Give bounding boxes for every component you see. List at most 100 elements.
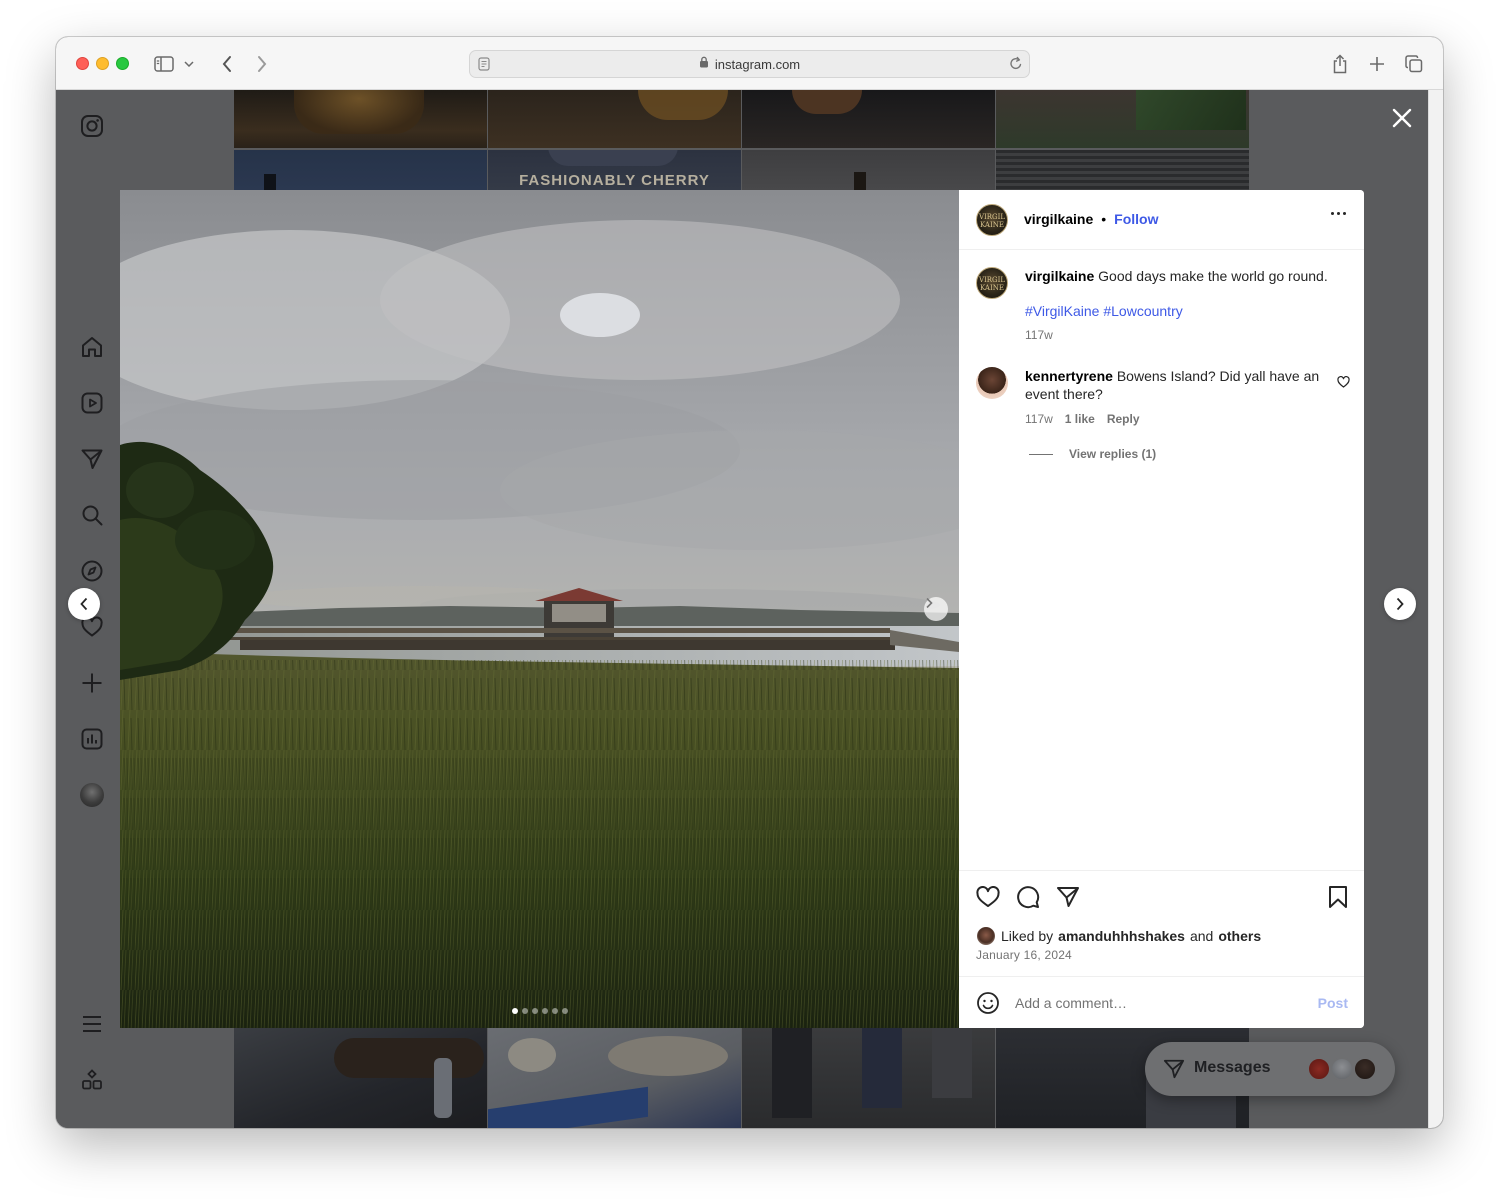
carousel-dot — [552, 1008, 558, 1014]
emoji-icon[interactable] — [976, 991, 1000, 1020]
url-text[interactable]: instagram.com — [715, 57, 800, 72]
forward-icon[interactable] — [251, 53, 273, 75]
carousel-dot — [562, 1008, 568, 1014]
comment-meta: 117w 1 like Reply — [1025, 412, 1140, 426]
caption-text: Good days make the world go round. — [1098, 268, 1328, 284]
minimize-window-button[interactable] — [96, 57, 109, 70]
comment-reply-button[interactable]: Reply — [1107, 412, 1140, 426]
zoom-window-button[interactable] — [116, 57, 129, 70]
comment-composer: Add a comment… Post — [959, 976, 1364, 1028]
liked-by-prefix: Liked by — [1001, 928, 1054, 944]
header-separator: • — [1101, 211, 1107, 227]
comment-input[interactable]: Add a comment… — [1015, 995, 1127, 1011]
avatar-logo-text: VIRGIL KAINE — [978, 276, 1006, 292]
author-avatar[interactable]: VIRGIL KAINE — [976, 204, 1008, 236]
liked-by: Liked by amanduhhhshakes and others — [976, 926, 1261, 946]
direct-icon[interactable] — [78, 445, 106, 473]
post-modal: VIRGIL KAINE virgilkaine • Follow VIRGIL… — [120, 190, 1364, 1028]
grid-post[interactable] — [234, 90, 487, 148]
comment-like-icon[interactable] — [1337, 375, 1350, 393]
liked-by-and: and — [1189, 928, 1214, 944]
carousel-dot — [522, 1008, 528, 1014]
back-icon[interactable] — [216, 53, 238, 75]
grid-post[interactable] — [996, 90, 1249, 148]
comment-age[interactable]: 117w — [1025, 412, 1053, 426]
instagram-logo-icon[interactable] — [78, 112, 106, 140]
close-window-button[interactable] — [76, 57, 89, 70]
messages-button[interactable]: Messages — [1145, 1042, 1395, 1096]
grid-post-fashionably-cherry[interactable]: FASHIONABLY CHERRY — [488, 150, 741, 190]
browser-window: instagram.com FASHIONABLY CHERRY VIRGIL … — [56, 37, 1443, 1128]
follow-button[interactable]: Follow — [1114, 211, 1158, 227]
grid-post[interactable] — [488, 90, 741, 148]
grid-post[interactable] — [234, 1028, 487, 1128]
view-replies-button[interactable]: View replies (1) — [1029, 447, 1156, 461]
comment-username[interactable]: kennertyrene — [1025, 368, 1113, 384]
sidebar-toggle-icon[interactable] — [153, 53, 175, 75]
share-icon[interactable] — [1055, 884, 1081, 910]
commenter-avatar[interactable] — [976, 367, 1008, 399]
more-apps-icon[interactable] — [78, 1066, 106, 1094]
grid-post[interactable] — [234, 150, 487, 190]
caption-author-avatar[interactable]: VIRGIL KAINE — [976, 267, 1008, 299]
messages-label: Messages — [1194, 1059, 1271, 1076]
comment-likes[interactable]: 1 like — [1065, 412, 1095, 426]
caption: virgilkaine Good days make the world go … — [1025, 267, 1345, 285]
reels-icon[interactable] — [78, 389, 106, 417]
post-photo[interactable] — [120, 190, 959, 1028]
grid-post[interactable] — [996, 150, 1249, 190]
photo-next-button[interactable] — [924, 597, 948, 621]
caption-username[interactable]: virgilkaine — [1025, 268, 1094, 284]
share-browser-icon[interactable] — [1329, 53, 1351, 75]
lock-icon — [699, 55, 709, 73]
carousel-dot — [532, 1008, 538, 1014]
carousel-dots — [512, 1008, 568, 1014]
actions-divider — [959, 870, 1364, 871]
post-panel: VIRGIL KAINE virgilkaine • Follow VIRGIL… — [959, 190, 1364, 1028]
comment-icon[interactable] — [1015, 884, 1041, 910]
more-options-icon[interactable] — [1331, 212, 1346, 215]
replies-line — [1029, 453, 1053, 455]
home-icon[interactable] — [78, 333, 106, 361]
liker-avatar[interactable] — [976, 926, 996, 946]
avatar-logo-text: VIRGIL KAINE — [978, 213, 1006, 229]
grid-post[interactable] — [742, 90, 995, 148]
liked-by-others[interactable]: others — [1218, 928, 1261, 944]
messages-avatar — [1353, 1057, 1377, 1081]
grid-post[interactable] — [742, 150, 995, 190]
tile-banner-text: FASHIONABLY CHERRY — [519, 172, 710, 189]
search-icon[interactable] — [78, 501, 106, 529]
save-icon[interactable] — [1325, 884, 1351, 910]
scrollbar[interactable] — [1428, 90, 1443, 1128]
messages-avatar — [1307, 1057, 1331, 1081]
reload-icon[interactable] — [1009, 56, 1023, 76]
post-header: VIRGIL KAINE virgilkaine • Follow — [959, 190, 1364, 250]
caption-hashtags[interactable]: #VirgilKaine #Lowcountry — [1025, 303, 1183, 319]
carousel-dot — [542, 1008, 548, 1014]
browser-toolbar: instagram.com — [56, 37, 1443, 90]
tab-overview-icon[interactable] — [1403, 53, 1425, 75]
grid-post[interactable] — [742, 1028, 995, 1128]
post-comment-button[interactable]: Post — [1318, 995, 1348, 1011]
like-icon[interactable] — [975, 884, 1001, 910]
insights-icon[interactable] — [78, 725, 106, 753]
menu-icon[interactable] — [78, 1010, 106, 1038]
new-tab-icon[interactable] — [1366, 53, 1388, 75]
address-bar[interactable]: instagram.com — [469, 50, 1030, 78]
previous-post-button[interactable] — [68, 588, 100, 620]
author-username[interactable]: virgilkaine — [1024, 211, 1093, 227]
grid-post[interactable] — [488, 1028, 741, 1128]
create-icon[interactable] — [78, 669, 106, 697]
close-icon[interactable] — [1391, 107, 1413, 129]
explore-icon[interactable] — [78, 557, 106, 585]
next-post-button[interactable] — [1384, 588, 1416, 620]
profile-icon[interactable] — [78, 781, 106, 809]
comment: kennertyrene Bowens Island? Did yall hav… — [1025, 367, 1330, 403]
carousel-dot — [512, 1008, 518, 1014]
caption-age[interactable]: 117w — [1025, 328, 1053, 342]
view-replies-label: View replies (1) — [1069, 447, 1157, 461]
liked-by-user[interactable]: amanduhhhshakes — [1058, 928, 1185, 944]
chevron-down-icon[interactable] — [182, 53, 196, 75]
messages-avatar — [1330, 1057, 1354, 1081]
post-date[interactable]: January 16, 2024 — [976, 948, 1072, 962]
